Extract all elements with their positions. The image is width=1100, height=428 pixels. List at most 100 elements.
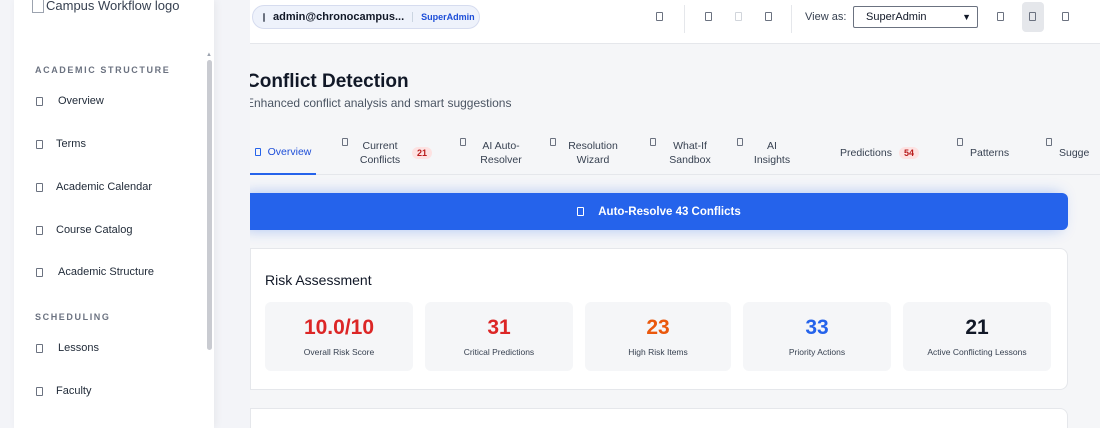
tab-label: Patterns: [970, 146, 1010, 159]
flask-icon: [650, 138, 656, 146]
book-icon: [36, 225, 43, 235]
lightbulb-icon: [737, 138, 743, 146]
metric-priority-actions: 33 Priority Actions: [743, 302, 891, 371]
sidebar-item-course-catalog[interactable]: Course Catalog: [36, 224, 132, 236]
metric-value: 33: [805, 316, 829, 339]
sidebar-item-overview[interactable]: Overview: [36, 95, 104, 107]
section-header-scheduling: SCHEDULING: [35, 312, 111, 322]
sidebar-item-label: Academic Structure: [58, 266, 154, 278]
logo[interactable]: Campus Workflow logo: [32, 0, 179, 13]
home-icon: [36, 96, 43, 106]
tab-current-conflicts[interactable]: Current Conflicts 21: [342, 130, 433, 175]
user-pill[interactable]: admin@chronocampus... SuperAdmin: [252, 5, 480, 29]
app-root: Campus Workflow logo ACADEMIC STRUCTURE …: [0, 0, 1100, 428]
chat-icon[interactable]: [765, 12, 772, 21]
risk-assessment-title: Risk Assessment: [265, 272, 372, 288]
metric-active-conflicting-lessons: 21 Active Conflicting Lessons: [903, 302, 1051, 371]
chart-icon: [957, 138, 963, 146]
user-icon: [36, 386, 43, 396]
bolt-icon: [577, 207, 585, 216]
risk-assessment-card: Risk Assessment 10.0/10 Overall Risk Sco…: [250, 248, 1068, 390]
page-title: Conflict Detection: [250, 71, 409, 92]
topbar: admin@chronocampus... SuperAdmin View as…: [250, 0, 1100, 44]
tab-ai-insights[interactable]: AI Insights: [737, 130, 794, 175]
sparkle-icon: [1046, 138, 1052, 146]
metric-label: Critical Predictions: [463, 347, 535, 357]
tab-badge: 54: [898, 146, 919, 159]
next-card: [250, 408, 1068, 428]
metric-high-risk-items: 23 High Risk Items: [585, 302, 731, 371]
help-icon[interactable]: [735, 12, 742, 21]
sidebar: Campus Workflow logo ACADEMIC STRUCTURE …: [0, 0, 250, 428]
tab-patterns[interactable]: Patterns: [957, 130, 1009, 175]
sidebar-item-label: Faculty: [56, 385, 92, 397]
calendar-icon: [36, 182, 43, 192]
building-icon: [36, 267, 43, 277]
tab-badge: 21: [412, 146, 433, 159]
auto-resolve-button[interactable]: Auto-Resolve 43 Conflicts: [250, 193, 1068, 230]
tab-suggestions[interactable]: Sugge: [1046, 130, 1089, 175]
tab-predictions[interactable]: Predictions 54: [840, 130, 919, 175]
sidebar-item-faculty[interactable]: Faculty: [36, 385, 91, 397]
view-as-select[interactable]: SuperAdmin ▼: [853, 6, 978, 28]
tab-label: Overview: [267, 145, 312, 158]
sidebar-item-label: Academic Calendar: [56, 181, 152, 193]
sidebar-scrollbar[interactable]: [207, 60, 212, 350]
metric-critical-predictions: 31 Critical Predictions: [425, 302, 573, 371]
sidebar-item-label: Lessons: [58, 342, 99, 354]
metric-label: Active Conflicting Lessons: [927, 347, 1027, 357]
broken-image-icon: [32, 0, 44, 13]
bell-icon[interactable]: [705, 12, 712, 21]
settings-icon[interactable]: [1029, 12, 1036, 21]
sidebar-item-label: Course Catalog: [56, 224, 133, 236]
logo-alt-text: Campus Workflow logo: [46, 0, 180, 13]
tab-label: AI Auto-Resolver: [480, 139, 522, 166]
section-header-academic-structure: ACADEMIC STRUCTURE: [35, 65, 171, 75]
sidebar-item-academic-calendar[interactable]: Academic Calendar: [36, 181, 152, 193]
metric-value: 31: [487, 316, 511, 339]
metric-overall-risk-score: 10.0/10 Overall Risk Score: [265, 302, 413, 371]
topbar-divider: [791, 5, 792, 33]
tab-what-if-sandbox[interactable]: What-If Sandbox: [650, 130, 717, 175]
metric-label: High Risk Items: [628, 347, 688, 357]
wand-icon: [550, 138, 556, 146]
view-as-label: View as:: [805, 11, 847, 23]
robot-icon: [460, 138, 466, 146]
topbar-divider: [684, 5, 685, 33]
tab-label: Sugge: [1059, 146, 1090, 159]
metric-value: 21: [965, 316, 989, 339]
metric-value: 23: [646, 316, 670, 339]
sidebar-item-label: Overview: [58, 95, 104, 107]
grid-icon: [254, 147, 261, 156]
tab-label: Current Conflicts: [359, 139, 401, 166]
alert-icon: [342, 138, 348, 146]
user-email: admin@chronocampus...: [273, 11, 405, 23]
main-content: admin@chronocampus... SuperAdmin View as…: [250, 0, 1100, 428]
sidebar-panel: Campus Workflow logo ACADEMIC STRUCTURE …: [14, 0, 214, 428]
metric-label: Priority Actions: [788, 347, 846, 357]
chevron-down-icon: ▼: [962, 12, 971, 22]
menu-icon[interactable]: [1062, 12, 1069, 21]
tab-label: Resolution Wizard: [568, 139, 618, 166]
tab-overview[interactable]: Overview: [250, 130, 316, 175]
sidebar-item-lessons[interactable]: Lessons: [36, 342, 99, 354]
sidebar-item-academic-structure[interactable]: Academic Structure: [36, 266, 154, 278]
view-as-value: SuperAdmin: [866, 11, 927, 23]
auto-resolve-label: Auto-Resolve 43 Conflicts: [598, 205, 741, 218]
scroll-up-arrow-icon[interactable]: ▲: [206, 52, 212, 58]
calendar-icon: [36, 139, 43, 149]
tab-ai-auto-resolver[interactable]: AI Auto-Resolver: [460, 130, 529, 175]
user-icon: [263, 12, 265, 22]
sidebar-item-label: Terms: [56, 138, 86, 150]
sidebar-item-terms[interactable]: Terms: [36, 138, 86, 150]
clipboard-icon: [36, 343, 43, 353]
tab-label: What-If Sandbox: [669, 139, 711, 166]
theme-icon[interactable]: [997, 12, 1004, 21]
metric-value: 10.0/10: [303, 316, 375, 339]
search-icon[interactable]: [656, 12, 663, 21]
tab-bar: Overview Current Conflicts 21 AI Auto-Re…: [250, 130, 1100, 175]
tab-resolution-wizard[interactable]: Resolution Wizard: [550, 130, 623, 175]
tab-label: AI Insights: [753, 139, 791, 166]
metric-label: Overall Risk Score: [303, 347, 375, 357]
page-subtitle: Enhanced conflict analysis and smart sug…: [250, 96, 512, 110]
